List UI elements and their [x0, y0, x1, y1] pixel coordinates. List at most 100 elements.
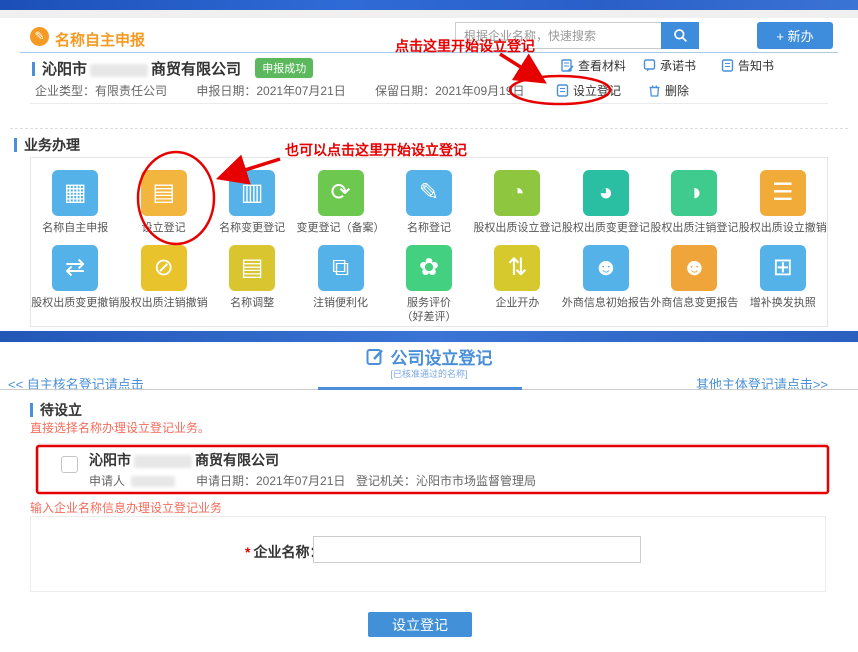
name-change-icon[interactable]: ▥ — [229, 170, 275, 216]
business-tile-2[interactable]: ▤ 设立登记 — [119, 170, 207, 237]
foreign-initial-report-icon[interactable]: ☻ — [583, 245, 629, 291]
required-mark: * — [245, 544, 250, 560]
edit-doc-icon — [366, 348, 384, 366]
notice-letter-link[interactable]: 告知书 — [721, 57, 774, 74]
applicant-label: 申请人 — [89, 474, 125, 488]
business-tile-10[interactable]: ⇄ 股权出质变更撤销 — [31, 245, 119, 326]
tile-label: 股权出质变更登记 — [562, 222, 650, 236]
candidate-info: 申请人 申请日期：2021年07月21日 登记机关：沁阳市市场监督管理局 — [89, 472, 178, 489]
select-hint: 直接选择名称办理设立登记业务。 — [30, 419, 210, 436]
title-bar — [32, 62, 35, 76]
company-name-label: *企业名称： — [245, 542, 323, 562]
tile-label: 名称调整 — [230, 297, 274, 311]
business-tile-15[interactable]: ⇅ 企业开办 — [473, 245, 561, 326]
tile-label: 股权出质设立登记 — [473, 222, 561, 236]
business-tile-3[interactable]: ▥ 名称变更登记 — [208, 170, 296, 237]
company-type: 企业类型：有限责任公司 — [35, 84, 167, 98]
redacted-name — [134, 455, 192, 468]
pledge-setup-revoke-icon[interactable]: ☰ — [760, 170, 806, 216]
setup-register-icon[interactable]: ▤ — [141, 170, 187, 216]
business-tile-7[interactable]: ◕ 股权出质变更登记 — [562, 170, 650, 237]
foreign-change-report-icon[interactable]: ☻ — [671, 245, 717, 291]
pledge-change-revoke-icon[interactable]: ⇄ — [52, 245, 98, 291]
delete-link[interactable]: 删除 — [648, 82, 689, 99]
candidate-row[interactable]: 沁阳市商贸有限公司 申请人 申请日期：2021年07月21日 登记机关：沁阳市市… — [38, 443, 828, 493]
setup-submit-button[interactable]: 设立登记 — [368, 612, 472, 637]
pledge-change-icon[interactable]: ◕ — [583, 170, 629, 216]
company-name-input[interactable] — [313, 536, 641, 563]
name-declare-icon[interactable]: ▦ — [52, 170, 98, 216]
new-apply-button[interactable]: + 新办 — [757, 22, 833, 49]
tile-label: 股权出质变更撤销 — [31, 297, 119, 311]
page-title: 名称自主申报 — [55, 29, 145, 50]
doc-icon — [721, 59, 734, 72]
self-name-check-link[interactable]: << 自主核名登记请点击 — [8, 374, 144, 393]
cancel-facilitate-icon[interactable]: ⧉ — [318, 245, 364, 291]
pledge-setup-icon[interactable]: ◔ — [494, 170, 540, 216]
business-tile-1[interactable]: ▦ 名称自主申报 — [31, 170, 119, 237]
view-materials-link[interactable]: 查看材料 — [561, 57, 626, 74]
candidate-checkbox[interactable] — [61, 456, 78, 473]
setup-title: 公司设立登记 — [0, 344, 858, 369]
tile-label: 名称登记 — [407, 222, 451, 236]
search-icon — [673, 28, 688, 43]
tile-label: 外商信息变更报告 — [650, 297, 738, 311]
company-meta: 企业类型：有限责任公司 申报日期：2021年07月21日 保留日期：2021年0… — [35, 82, 551, 99]
commitment-letter-link[interactable]: 承诺书 — [643, 57, 696, 74]
title-bar — [30, 403, 33, 417]
name-adjust-icon[interactable]: ▤ — [229, 245, 275, 291]
declare-badge-icon: ✎ — [30, 27, 49, 46]
page: ✎ 名称自主申报 + 新办 沁阳市商贸有限公司 申报成功 企业类型：有限责任公司… — [0, 0, 858, 652]
tile-label: 名称自主申报 — [42, 222, 108, 236]
section-separator — [0, 331, 858, 342]
tile-label: 设立登记 — [142, 222, 186, 236]
active-tab-indicator — [318, 387, 522, 390]
doc-note-icon — [643, 59, 656, 72]
doc-edit-icon — [561, 59, 574, 72]
pending-section-title: 待设立 — [30, 400, 82, 420]
annotation-grid: 也可以点击这里开始设立登记 — [285, 140, 467, 160]
service-review-icon[interactable]: ✿ — [406, 245, 452, 291]
business-tile-16[interactable]: ☻外商信息初始报告 — [562, 245, 650, 326]
business-tile-6[interactable]: ◔ 股权出质设立登记 — [473, 170, 561, 237]
business-tile-18[interactable]: ⊞增补换发执照 — [739, 245, 827, 326]
setup-register-link[interactable]: 设立登记 — [556, 82, 621, 99]
business-tile-9[interactable]: ☰ 股权出质设立撤销 — [739, 170, 827, 237]
redacted-name — [90, 64, 148, 77]
pledge-cancel-revoke-icon[interactable]: ⊘ — [141, 245, 187, 291]
name-form-panel: *企业名称： — [30, 516, 826, 592]
tile-label: 股权出质注销撤销 — [120, 297, 208, 311]
section-divider — [10, 128, 848, 129]
gray-strip — [0, 10, 858, 18]
arrow-top — [500, 54, 538, 78]
tile-label: 注销便利化 — [313, 297, 368, 311]
license-reissue-icon[interactable]: ⊞ — [760, 245, 806, 291]
tile-label: 企业开办 — [495, 297, 539, 311]
business-tile-5[interactable]: ✎ 名称登记 — [385, 170, 473, 237]
company-name: 沁阳市商贸有限公司 申报成功 — [32, 58, 313, 79]
declare-date: 申报日期：2021年07月21日 — [196, 84, 345, 98]
business-tile-11[interactable]: ⊘ 股权出质注销撤销 — [119, 245, 207, 326]
title-bar — [14, 138, 17, 152]
enterprise-open-icon[interactable]: ⇅ — [494, 245, 540, 291]
business-tile-13[interactable]: ⧉ 注销便利化 — [296, 245, 384, 326]
tile-label: 股权出质注销登记 — [650, 222, 738, 236]
status-badge: 申报成功 — [255, 58, 313, 78]
business-tile-14[interactable]: ✿服务评价 （好差评） — [385, 245, 473, 326]
trash-icon — [648, 84, 661, 97]
redacted-applicant — [131, 476, 175, 487]
pledge-cancel-icon[interactable]: ◑ — [671, 170, 717, 216]
name-register-icon[interactable]: ✎ — [406, 170, 452, 216]
business-tile-17[interactable]: ☻ 外商信息变更报告 — [650, 245, 738, 326]
top-banner — [0, 0, 858, 10]
business-tile-8[interactable]: ◑ 股权出质注销登记 — [650, 170, 738, 237]
change-record-icon[interactable]: ⟳ — [318, 170, 364, 216]
business-tile-4[interactable]: ⟳变更登记（备案） — [296, 170, 384, 237]
business-grid: ▦ 名称自主申报 ▤ 设立登记 ▥ 名称变更登记 ⟳变更登记（备案） ✎ 名称登记 ◔ 股权出质设立… — [30, 157, 828, 327]
reserve-date: 保留日期：2021年09月19日 — [375, 84, 524, 98]
business-tile-12[interactable]: ▤ 名称调整 — [208, 245, 296, 326]
tile-label: 名称变更登记 — [219, 222, 285, 236]
tile-label: 股权出质设立撤销 — [739, 222, 827, 236]
other-entity-link[interactable]: 其他主体登记请点击>> — [696, 374, 828, 393]
search-button[interactable] — [661, 22, 699, 49]
